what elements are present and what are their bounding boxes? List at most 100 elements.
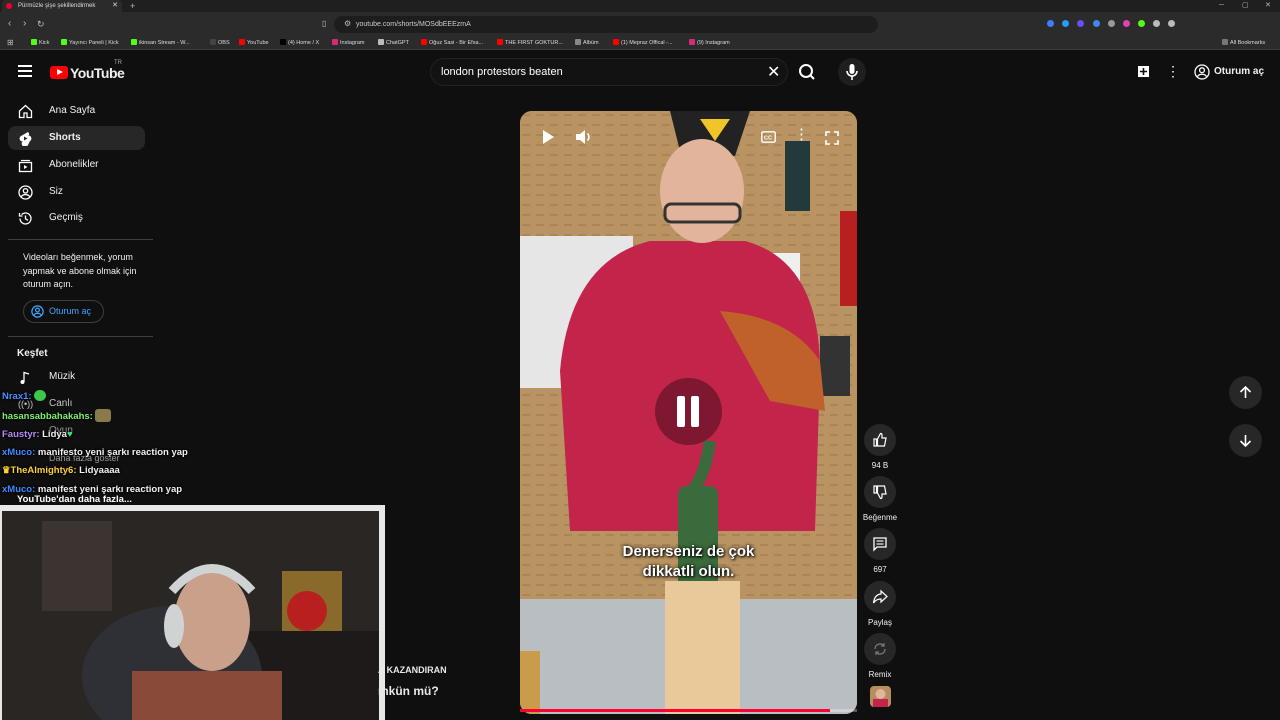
chat-text: manifest yeni şarkı reaction yap [37, 484, 183, 495]
extension-icon[interactable] [1123, 20, 1130, 27]
remix-action[interactable]: Remix [864, 633, 896, 679]
more-options-icon[interactable]: ⋮ [794, 125, 809, 143]
bookmark-item[interactable]: THE FIRST GOKTUR... [497, 36, 563, 50]
creator-avatar-icon [873, 689, 888, 707]
sidebar-item-subscriptions[interactable]: Abonelikler [8, 153, 145, 177]
bookmark-item[interactable]: Instagram [332, 36, 364, 50]
extension-icon[interactable] [1077, 20, 1084, 27]
emote-icon [95, 409, 112, 422]
chat-message: xMuco: manifesto yeni şarkı reaction yap [2, 447, 188, 458]
comment-icon [873, 537, 887, 552]
extension-icon[interactable] [1093, 20, 1100, 27]
minimize-icon[interactable]: ─ [1219, 0, 1224, 12]
chat-username: Faustyr: [2, 429, 40, 440]
search-button[interactable] [788, 58, 826, 86]
create-icon[interactable] [1135, 63, 1152, 80]
video-caption: Denerseniz de çok dikkatli olun. [520, 542, 857, 582]
bookmark-item[interactable]: ChatGPT [378, 36, 409, 50]
browser-tab-bar: Pürmüzle şişe şekillendirmek ✕ + ─ ▢ ✕ [0, 0, 1280, 12]
menu-icon[interactable] [18, 65, 32, 77]
extension-icon[interactable] [1062, 20, 1069, 27]
close-window-icon[interactable]: ✕ [1265, 0, 1271, 12]
extension-icon[interactable] [1168, 20, 1175, 27]
chat-message: Faustyr: Lidya♥ [2, 429, 73, 440]
extension-icon[interactable] [1108, 20, 1115, 27]
bookmark-item[interactable]: ikinsan Stream - W... [131, 36, 190, 50]
forward-icon[interactable]: › [23, 17, 26, 31]
svg-text:CC: CC [764, 135, 772, 141]
sidebar-item-history[interactable]: Geçmiş [8, 206, 145, 230]
extension-icon[interactable] [1138, 20, 1145, 27]
new-tab-icon[interactable]: + [130, 0, 135, 12]
apps-icon[interactable]: ⊞ [7, 36, 14, 50]
all-bookmarks[interactable]: All Bookmarks [1222, 36, 1265, 50]
webcam-overlay [0, 505, 385, 720]
bookmark-item[interactable]: YouTube [239, 36, 269, 50]
url-field[interactable]: youtube.com/shorts/MOSdbEEEzmA [334, 16, 878, 33]
pause-button[interactable] [655, 378, 722, 445]
youtube-logo[interactable]: YouTube TR [50, 60, 125, 82]
fullscreen-icon[interactable] [825, 131, 839, 145]
emote-icon [34, 390, 47, 401]
bookmark-page-icon[interactable]: ▯ [322, 17, 326, 31]
video-progress-bar[interactable] [520, 709, 857, 712]
bookmark-item[interactable]: (1) Mepraz Offical -... [613, 36, 673, 50]
sidebar-item-shorts[interactable]: Shorts [8, 126, 145, 150]
bookmark-item[interactable]: OBS [210, 36, 230, 50]
share-action[interactable]: Paylaş [864, 581, 896, 627]
comments-action[interactable]: 697 [864, 528, 896, 574]
chat-username: xMuco: [2, 484, 36, 495]
chat-message: hasansabbahakahs: [2, 409, 112, 422]
account-icon [31, 305, 44, 318]
arrow-up-icon [1239, 385, 1252, 398]
extension-icon[interactable] [1047, 20, 1054, 27]
bookmark-item[interactable]: Kick [31, 36, 49, 50]
dislike-action[interactable]: Beğenme [863, 476, 897, 522]
account-icon [1194, 64, 1210, 80]
search-box[interactable]: london protestors beaten ✕ [430, 58, 788, 86]
extension-icon[interactable] [1153, 20, 1160, 27]
crown-badge-icon: ♛ [2, 465, 11, 476]
maximize-icon[interactable]: ▢ [1242, 0, 1249, 12]
browser-tab[interactable]: Pürmüzle şişe şekillendirmek ✕ [2, 0, 122, 12]
sidebar-divider [8, 336, 153, 337]
back-icon[interactable]: ‹ [8, 17, 11, 31]
clear-search-icon[interactable]: ✕ [767, 59, 780, 86]
account-icon [18, 185, 33, 200]
reload-icon[interactable]: ↻ [37, 17, 45, 31]
partial-overlay-text: mkün mü? [378, 684, 439, 698]
sidebar-item-music[interactable]: Müzik [8, 365, 145, 389]
next-short-button[interactable] [1229, 424, 1262, 457]
voice-search-button[interactable] [838, 58, 866, 86]
audio-source-thumbnail[interactable] [870, 686, 891, 707]
like-action[interactable]: 94 B [864, 424, 896, 470]
bookmark-item[interactable]: Yayıncı Paneli | Kick [61, 36, 119, 50]
microphone-icon [846, 64, 858, 80]
play-icon[interactable] [540, 129, 556, 145]
sidebar-signin-button[interactable]: Oturum aç [23, 300, 104, 323]
sidebar-item-home[interactable]: Ana Sayfa [8, 99, 145, 123]
close-tab-icon[interactable]: ✕ [112, 0, 118, 12]
bookmark-item[interactable]: (9) Instagram [689, 36, 730, 50]
thumbs-down-icon [873, 485, 887, 500]
caption-line: dikkatli olun. [642, 563, 735, 580]
bookmark-item[interactable]: Albüm [575, 36, 599, 50]
volume-icon[interactable] [575, 129, 593, 145]
arrow-down-icon [1239, 435, 1252, 448]
sidebar-item-you[interactable]: Siz [8, 180, 145, 204]
bookmarks-bar: ⊞ Kick Yayıncı Paneli | Kick ikinsan Str… [0, 36, 1280, 50]
bookmark-item[interactable]: Oğuz Sasi - Bir Efsa... [421, 36, 483, 50]
explore-heading: Keşfet [17, 348, 48, 359]
bookmark-item[interactable]: (4) Home / X [280, 36, 319, 50]
signin-prompt-text: Videoları beğenmek, yorum yapmak ve abon… [23, 252, 137, 289]
site-info-icon[interactable]: ⚙ [344, 17, 351, 31]
share-icon [872, 589, 888, 604]
chat-text: manifesto yeni şarkı reaction yap [37, 447, 188, 458]
more-options-icon[interactable]: ⋮ [1166, 62, 1180, 80]
subscriptions-icon [18, 159, 33, 173]
search-input[interactable]: london protestors beaten [441, 59, 563, 86]
captions-icon[interactable]: CC [761, 131, 776, 143]
signin-button[interactable]: Oturum aç [1190, 61, 1264, 83]
previous-short-button[interactable] [1229, 376, 1262, 409]
dislike-label: Beğenme [862, 513, 898, 522]
